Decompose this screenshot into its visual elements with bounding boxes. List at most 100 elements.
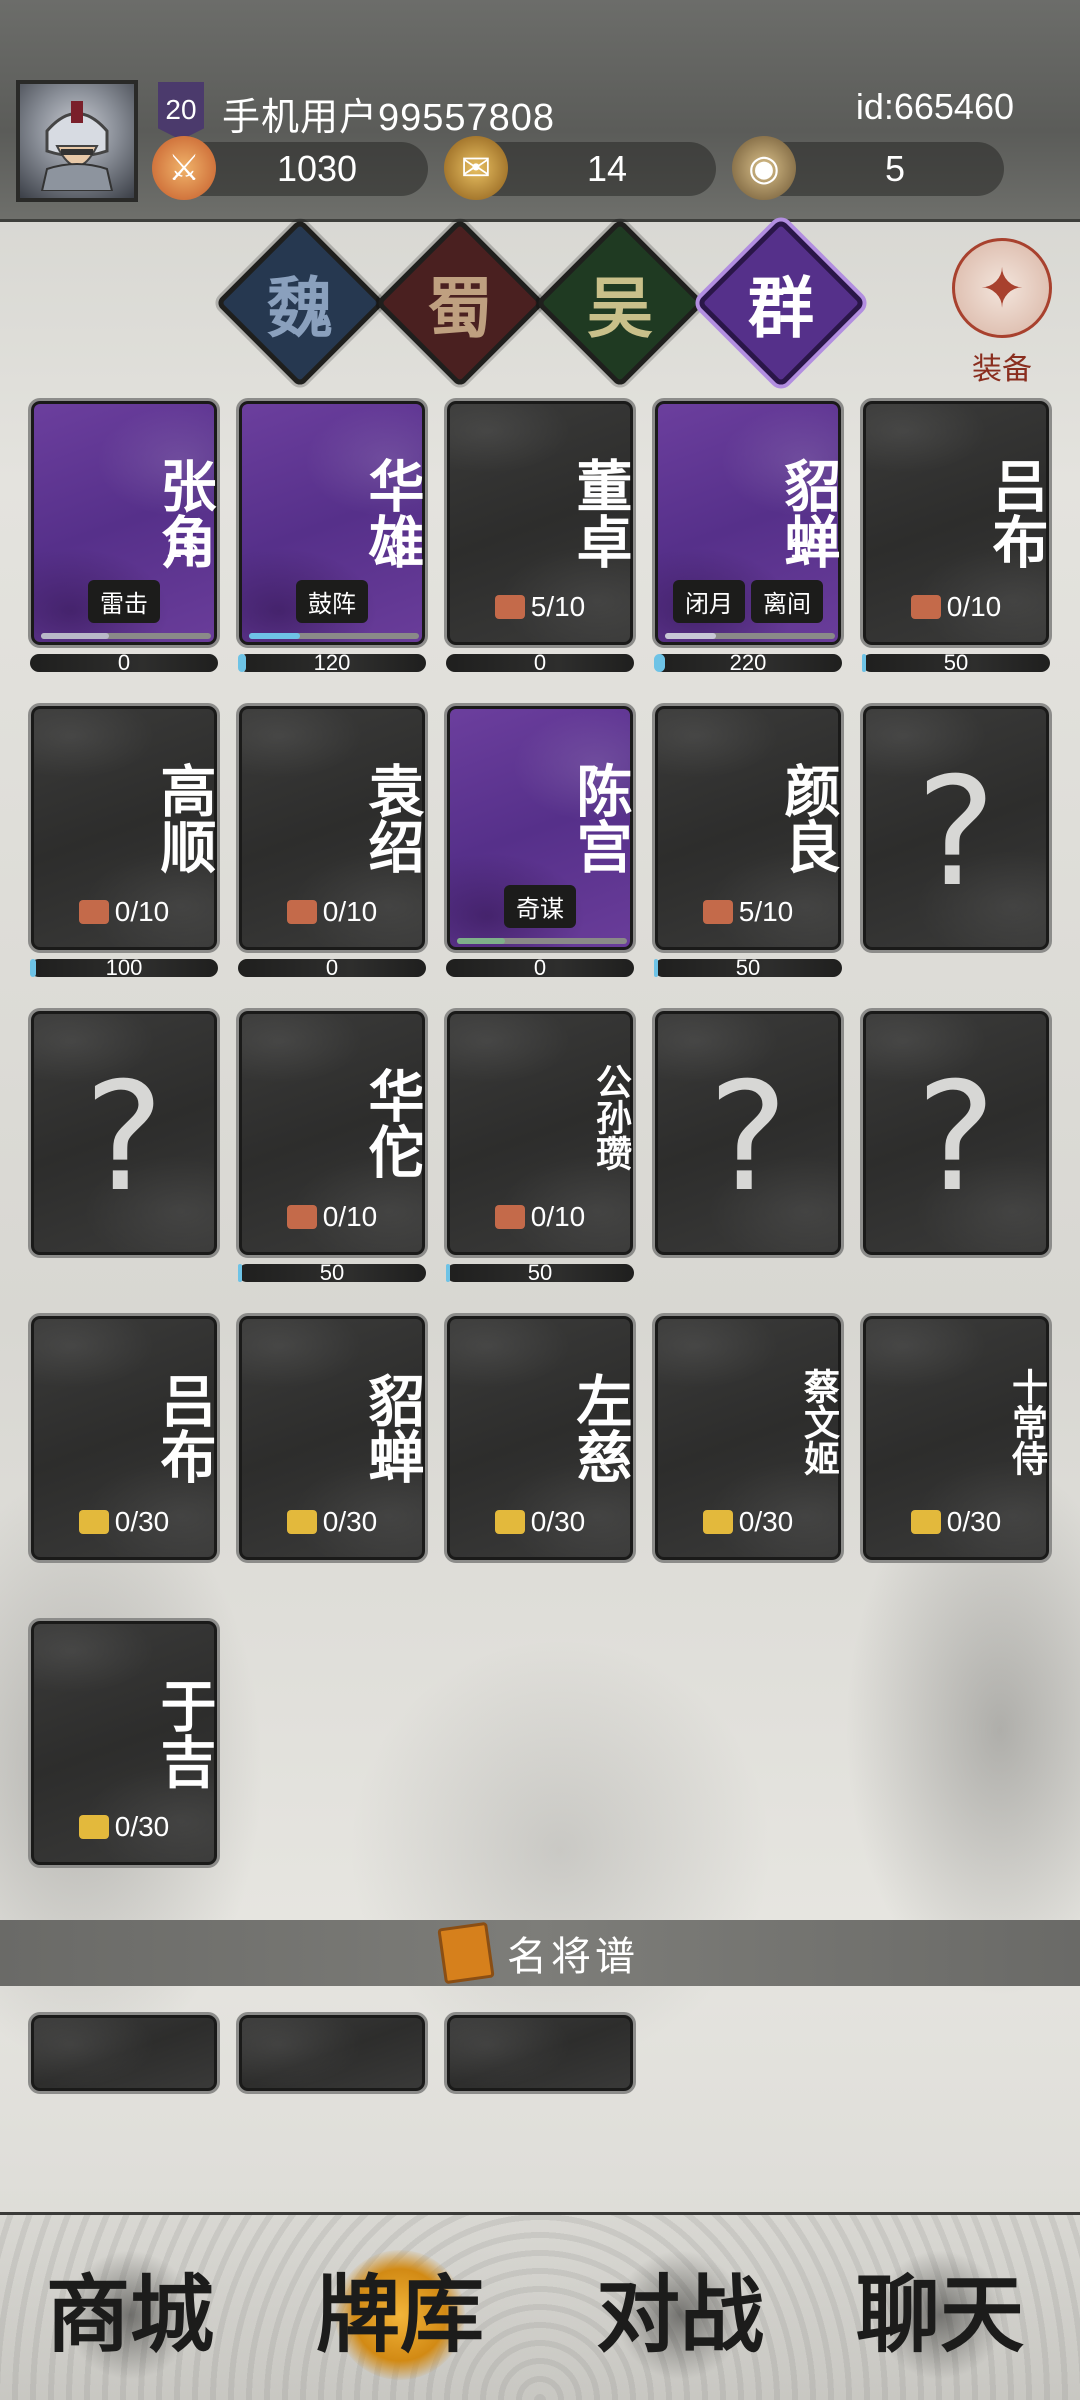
swords-value: 1030	[276, 148, 358, 189]
card-name: 袁绍	[359, 762, 425, 874]
resource-orb[interactable]: ◉ 5	[732, 136, 1004, 200]
card-progress	[665, 633, 835, 639]
book-icon	[437, 1921, 495, 1985]
fragment-count: 0/30	[31, 1506, 217, 1538]
card-level: 15	[165, 531, 199, 564]
card-name: 蔡文姬	[798, 1368, 840, 1476]
card-huatuo[interactable]: 华佗 0/10	[236, 1008, 428, 1258]
card-unknown[interactable]: ?	[860, 1008, 1052, 1258]
card-zuoci[interactable]: 左慈 0/30	[444, 1313, 636, 1563]
xp-bar: 0	[446, 652, 634, 674]
card-progress	[41, 633, 211, 639]
question-mark-icon: ?	[916, 746, 996, 920]
xp-bar: 220	[654, 652, 842, 674]
card-name: 颜良	[775, 762, 841, 874]
orb-value: 5	[884, 148, 906, 189]
card-shichangshi[interactable]: 十常侍 0/30	[860, 1313, 1052, 1563]
card-yanliang[interactable]: 颜良 5/10	[652, 703, 844, 953]
card-name: 岳	[447, 2045, 633, 2091]
gold-fragment-icon	[78, 1510, 109, 1534]
tab-wei[interactable]: 魏	[215, 218, 385, 388]
card-diaochan[interactable]: 貂蝉 10 闭月 离间	[652, 398, 844, 648]
card-level: 10	[789, 531, 823, 564]
card-unknown[interactable]: ?	[860, 703, 1052, 953]
tab-wu[interactable]: 吴	[535, 218, 705, 388]
skill-badge: 离间	[751, 580, 823, 623]
fragment-count: 0/30	[31, 1811, 217, 1843]
card-unknown[interactable]: ?	[652, 1008, 844, 1258]
card-progress	[249, 633, 419, 639]
player-header: 20 手机用户99557808 id:665460 ⚔ 1030 ✉ 14 ◉ …	[0, 0, 1080, 222]
card-peek[interactable]: 李	[236, 2012, 428, 2094]
card-diaochan-legend[interactable]: 貂蝉 0/30	[236, 1313, 428, 1563]
card-chengong[interactable]: 陈宫 奇谋	[444, 703, 636, 953]
card-zhangjiao[interactable]: 张角 15 雷击	[28, 398, 220, 648]
gold-fragment-icon	[494, 1510, 525, 1534]
fragment-count: 0/10	[239, 1201, 425, 1233]
fragment-icon	[494, 1205, 525, 1229]
card-lvbu[interactable]: 吕布 0/10	[860, 398, 1052, 648]
card-name: 于吉	[151, 1677, 217, 1789]
user-id: id:665460	[855, 86, 1014, 127]
card-name: 左慈	[567, 1372, 633, 1484]
equip-button[interactable]: ✦ 装备	[950, 238, 1054, 388]
fragment-count: 0/30	[655, 1506, 841, 1538]
card-yuji[interactable]: 于吉 0/30	[28, 1618, 220, 1868]
fragment-count: 5/10	[447, 591, 633, 623]
card-name: 孙	[31, 2045, 217, 2091]
scroll-value: 14	[586, 148, 628, 189]
xp-bar: 50	[446, 1262, 634, 1284]
tab-shu[interactable]: 蜀	[375, 218, 545, 388]
nav-shop[interactable]: 商城	[20, 2250, 240, 2380]
card-huaxiong[interactable]: 华雄 5 鼓阵	[236, 398, 428, 648]
resource-swords[interactable]: ⚔ 1030	[152, 136, 428, 200]
card-unknown[interactable]: ?	[28, 1008, 220, 1258]
card-name: 十常侍	[1006, 1368, 1048, 1476]
gold-fragment-icon	[910, 1510, 941, 1534]
xp-bar: 50	[238, 1262, 426, 1284]
fragment-count: 5/10	[655, 896, 841, 928]
nav-card-library[interactable]: 牌库	[290, 2250, 510, 2380]
avatar[interactable]	[16, 80, 138, 202]
question-mark-icon: ?	[916, 1051, 996, 1225]
fragment-icon	[494, 595, 525, 619]
resource-scroll[interactable]: ✉ 14	[444, 136, 716, 200]
famous-generals-header: 名将谱	[0, 1920, 1080, 1986]
xp-bar: 0	[238, 957, 426, 979]
xp-bar: 50	[862, 652, 1050, 674]
card-gaoshun[interactable]: 高顺 0/10	[28, 703, 220, 953]
card-progress	[457, 938, 627, 944]
fragment-icon	[78, 900, 109, 924]
card-gongsunzan[interactable]: 公孙瓒 0/10	[444, 1008, 636, 1258]
username: 手机用户99557808	[222, 97, 556, 139]
skill-badge: 雷击	[88, 580, 160, 623]
warrior-portrait-icon	[40, 101, 114, 191]
skill-badge: 鼓阵	[296, 580, 368, 623]
fragment-count: 0/30	[239, 1506, 425, 1538]
nav-chat[interactable]: 聊天	[830, 2250, 1050, 2380]
level-badge: 20	[158, 82, 204, 140]
xp-bar: 0	[446, 957, 634, 979]
card-peek[interactable]: 孙	[28, 2012, 220, 2094]
fragment-icon	[910, 595, 941, 619]
nav-battle[interactable]: 对战	[570, 2250, 790, 2380]
fragment-icon	[286, 900, 317, 924]
question-mark-icon: ?	[84, 1051, 164, 1225]
card-name: 李	[239, 2045, 425, 2091]
fragment-count: 0/10	[447, 1201, 633, 1233]
crossed-swords-icon: ⚔	[152, 136, 216, 200]
card-level: 5	[390, 531, 407, 564]
skill-badge: 奇谋	[504, 885, 576, 928]
tab-qun[interactable]: 群	[696, 218, 866, 388]
fragment-count: 0/10	[239, 896, 425, 928]
card-yuanshao[interactable]: 袁绍 0/10	[236, 703, 428, 953]
card-caiwenji[interactable]: 蔡文姬 0/30	[652, 1313, 844, 1563]
fragment-icon	[702, 900, 733, 924]
card-name: 陈宫	[567, 762, 633, 874]
section-title: 名将谱	[507, 1934, 639, 1980]
card-peek[interactable]: 岳	[444, 2012, 636, 2094]
skill-badge: 闭月	[673, 580, 745, 623]
card-name: 貂蝉	[359, 1372, 425, 1484]
card-lvbu-legend[interactable]: 吕布 0/30	[28, 1313, 220, 1563]
card-dongzhuo[interactable]: 董卓 5/10	[444, 398, 636, 648]
